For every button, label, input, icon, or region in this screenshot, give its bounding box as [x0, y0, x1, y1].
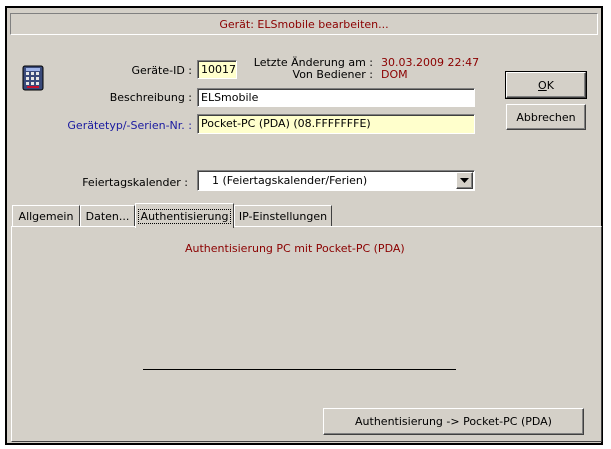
signature-line — [143, 369, 456, 370]
pda-device-icon — [22, 65, 44, 91]
operator-label: Von Bediener : — [292, 68, 373, 81]
device-type-field[interactable]: Pocket-PC (PDA) (08.FFFFFFFE) — [197, 114, 475, 134]
dialog-title: Gerät: ELSmobile bearbeiten... — [219, 17, 389, 31]
tab-allgemein-label: Allgemein — [18, 210, 74, 223]
device-id-field[interactable]: 10017 — [197, 60, 237, 79]
operator-value: DOM — [381, 68, 408, 81]
ok-button-label: OK — [538, 78, 554, 92]
tab-authentisierung[interactable]: Authentisierung — [135, 203, 234, 228]
holiday-calendar-label: Feiertagskalender : — [82, 176, 188, 189]
tab-daten[interactable]: Daten... — [80, 205, 135, 227]
tab-ip-einstellungen-label: IP-Einstellungen — [238, 210, 328, 223]
description-label: Beschreibung : — [109, 91, 192, 104]
tab-allgemein[interactable]: Allgemein — [12, 205, 80, 227]
description-field[interactable]: ELSmobile — [197, 88, 475, 107]
auth-pocket-pc-button-label: Authentisierung -> Pocket-PC (PDA) — [355, 415, 552, 428]
dialog-title-bar: Gerät: ELSmobile bearbeiten... — [10, 13, 598, 35]
tab-authentisierung-label: Authentisierung — [137, 208, 232, 224]
cancel-button[interactable]: Abbrechen — [506, 104, 586, 130]
dropdown-arrow-icon[interactable] — [456, 172, 473, 189]
device-id-label: Geräte-ID : — [131, 64, 192, 77]
holiday-calendar-select[interactable]: 1 (Feiertagskalender/Ferien) — [197, 170, 475, 191]
device-type-label[interactable]: Gerätetyp/-Serien-Nr. : — [40, 119, 192, 132]
auth-panel-heading: Authentisierung PC mit Pocket-PC (PDA) — [185, 242, 405, 255]
auth-pocket-pc-button[interactable]: Authentisierung -> Pocket-PC (PDA) — [323, 408, 584, 435]
ok-button[interactable]: OK — [505, 71, 587, 99]
tab-ip-einstellungen[interactable]: IP-Einstellungen — [234, 205, 332, 227]
holiday-calendar-value: 1 (Feiertagskalender/Ferien) — [212, 174, 368, 187]
tab-daten-label: Daten... — [85, 210, 130, 223]
cancel-button-label: Abbrechen — [516, 110, 576, 124]
